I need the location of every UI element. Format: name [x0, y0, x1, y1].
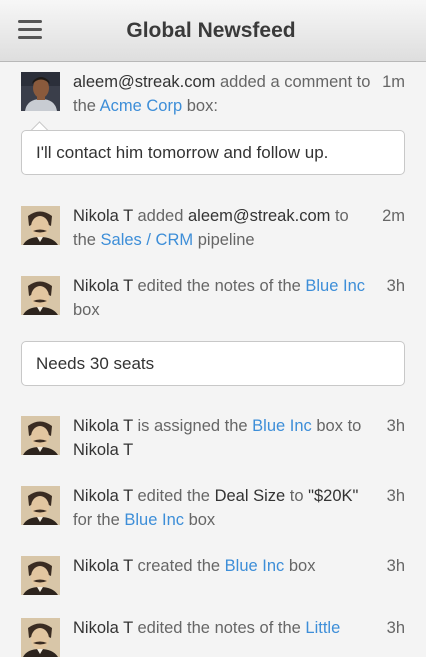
field-name: Deal Size — [214, 487, 286, 505]
user-name[interactable]: aleem@streak.com — [73, 73, 215, 91]
field-value: "$20K" — [308, 487, 359, 505]
feed-item-text: aleem@streak.com added a comment to the … — [73, 73, 371, 115]
feed-item-text: Nikola T created the Blue Inc box — [73, 557, 316, 575]
feed-item-text: Nikola T is assigned the Blue Inc box to… — [73, 417, 362, 459]
nikola-avatar[interactable] — [21, 416, 60, 455]
timestamp: 3h — [386, 619, 405, 637]
feed-item-text: Nikola T added aleem@streak.com to the S… — [73, 207, 349, 249]
page-title: Global Newsfeed — [126, 19, 296, 42]
timestamp: 2m — [382, 207, 405, 225]
user-name[interactable]: Nikola T — [73, 557, 133, 575]
app-header: Global Newsfeed — [0, 0, 426, 62]
notes-box: Needs 30 seats — [21, 341, 405, 386]
box-link[interactable]: Blue Inc — [305, 277, 365, 295]
timestamp: 3h — [386, 417, 405, 435]
comment-box: I'll contact him tomorrow and follow up. — [21, 130, 405, 175]
timestamp: 1m — [382, 73, 405, 91]
user-name[interactable]: Nikola T — [73, 207, 133, 225]
nikola-avatar[interactable] — [21, 276, 60, 315]
assignee-name[interactable]: Nikola T — [73, 441, 133, 459]
feed-item-text: Nikola T edited the notes of the Little — [73, 619, 341, 637]
user-name[interactable]: Nikola T — [73, 487, 133, 505]
nikola-avatar[interactable] — [21, 556, 60, 595]
nikola-avatar[interactable] — [21, 618, 60, 657]
box-link[interactable]: Acme Corp — [100, 97, 183, 115]
user-name[interactable]: Nikola T — [73, 619, 133, 637]
nikola-avatar[interactable] — [21, 486, 60, 525]
user-name[interactable]: Nikola T — [73, 277, 133, 295]
pipeline-link[interactable]: Sales / CRM — [101, 231, 194, 249]
feed-item-text: Nikola T edited the notes of the Blue In… — [73, 277, 366, 319]
added-user[interactable]: aleem@streak.com — [188, 207, 330, 225]
box-link[interactable]: Little — [305, 619, 340, 637]
timestamp: 3h — [386, 277, 405, 295]
box-link[interactable]: Blue Inc — [252, 417, 312, 435]
feed-item-text: Nikola T edited the Deal Size to "$20K" … — [73, 487, 359, 529]
timestamp: 3h — [386, 557, 405, 575]
timestamp: 3h — [386, 487, 405, 505]
aleem-avatar[interactable] — [21, 72, 60, 111]
user-name[interactable]: Nikola T — [73, 417, 133, 435]
box-link[interactable]: Blue Inc — [124, 511, 184, 529]
box-link[interactable]: Blue Inc — [225, 557, 285, 575]
nikola-avatar[interactable] — [21, 206, 60, 245]
